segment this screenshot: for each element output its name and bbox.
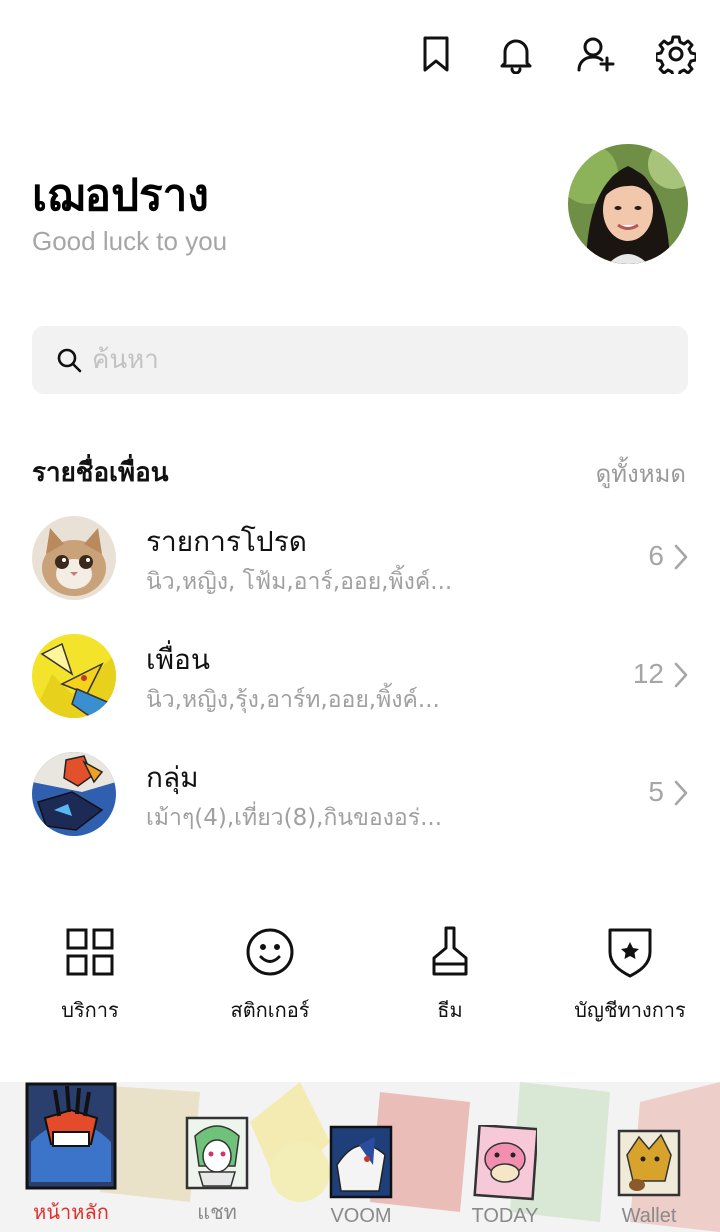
nav-wallet[interactable]: Wallet <box>594 1125 704 1228</box>
bell-icon[interactable] <box>494 30 538 78</box>
brush-icon <box>432 926 468 976</box>
chevron-right-icon <box>674 662 688 688</box>
favorites-thumbnail <box>32 516 116 600</box>
see-all-link[interactable]: ดูทั้งหมด <box>596 454 686 493</box>
nav-voom[interactable]: VOOM <box>306 1125 416 1228</box>
themes-shortcut[interactable]: ธีม <box>360 924 540 1026</box>
groups-members: เม้าๆ(4),เที่ยว(8),กินของอร่... <box>146 805 443 831</box>
wallet-icon <box>617 1129 681 1197</box>
nav-home[interactable]: หน้าหลัก <box>16 1082 126 1228</box>
favorites-title: รายการโปรด <box>146 525 307 558</box>
header-actions <box>414 30 698 78</box>
nav-wallet-label: Wallet <box>621 1205 677 1227</box>
nav-today-label: TODAY <box>471 1205 539 1227</box>
official-accounts-label: บัญชีทางการ <box>574 998 686 1022</box>
grid-icon <box>66 928 114 976</box>
groups-row[interactable]: กลุ่ม เม้าๆ(4),เที่ยว(8),กินของอร่... 5 <box>32 752 692 848</box>
bottom-navigation: หน้าหลัก แชท VOOM TODAY Wallet <box>0 1082 720 1232</box>
nav-home-label: หน้าหลัก <box>33 1202 109 1224</box>
chevron-right-icon <box>674 780 688 806</box>
friends-members: นิว,หญิง,รุ้ง,อาร์ท,ออย,พิ้งค์... <box>146 687 440 713</box>
search-bar[interactable] <box>32 326 688 394</box>
themes-label: ธีม <box>437 998 463 1022</box>
home-icon <box>25 1082 117 1190</box>
bookmark-icon[interactable] <box>414 30 458 78</box>
search-icon <box>57 348 82 373</box>
groups-title: กลุ่ม <box>146 761 199 794</box>
nav-chat-label: แชท <box>197 1202 237 1224</box>
official-accounts-shortcut[interactable]: บัญชีทางการ <box>540 924 720 1026</box>
favorites-members: นิว,หญิง, โฟ้ม,อาร์,ออย,พิ้งค์... <box>146 569 453 595</box>
friends-count: 12 <box>632 658 664 689</box>
smiley-icon <box>246 928 294 976</box>
profile-avatar[interactable] <box>568 144 688 264</box>
today-icon <box>473 1125 537 1201</box>
friends-row[interactable]: เพื่อน นิว,หญิง,รุ้ง,อาร์ท,ออย,พิ้งค์...… <box>32 634 692 730</box>
chat-icon <box>185 1116 249 1190</box>
groups-count: 5 <box>648 776 664 807</box>
friends-thumbnail <box>32 634 116 718</box>
services-shortcut[interactable]: บริการ <box>0 924 180 1026</box>
shield-star-icon <box>608 928 652 978</box>
nav-today[interactable]: TODAY <box>450 1125 560 1228</box>
stickers-shortcut[interactable]: สติกเกอร์ <box>180 924 360 1026</box>
services-label: บริการ <box>61 998 119 1022</box>
profile-name[interactable]: เฌอปราง <box>32 160 209 230</box>
favorites-row[interactable]: รายการโปรด นิว,หญิง, โฟ้ม,อาร์,ออย,พิ้งค… <box>32 516 692 612</box>
chevron-right-icon <box>674 544 688 570</box>
voom-icon <box>329 1125 393 1199</box>
search-input[interactable] <box>92 345 632 375</box>
shortcut-bar: บริการ สติกเกอร์ ธีม บัญชีทางการ <box>0 924 720 1034</box>
groups-thumbnail <box>32 752 116 836</box>
stickers-label: สติกเกอร์ <box>230 998 310 1022</box>
gear-icon[interactable] <box>654 30 698 78</box>
nav-chat[interactable]: แชท <box>162 1116 272 1228</box>
friends-title: เพื่อน <box>146 643 210 676</box>
favorites-count: 6 <box>648 540 664 571</box>
add-friend-icon[interactable] <box>574 30 618 78</box>
nav-voom-label: VOOM <box>330 1205 392 1227</box>
friends-section-title: รายชื่อเพื่อน <box>32 458 169 488</box>
profile-status-message[interactable]: Good luck to you <box>32 226 227 257</box>
